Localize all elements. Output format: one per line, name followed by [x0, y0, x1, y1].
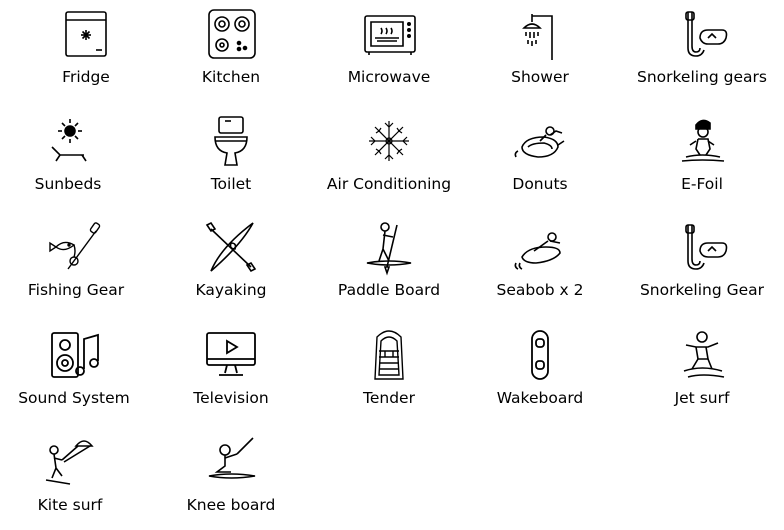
amenity-label: Snorkeling Gear [639, 281, 765, 299]
snowflake-icon [359, 111, 419, 171]
amenity-item: Paddle Board [311, 213, 467, 313]
shower-icon [510, 4, 570, 64]
amenity-item: Microwave [311, 0, 467, 100]
amenity-item: Fridge [8, 0, 164, 100]
amenity-label: Wakeboard [496, 389, 584, 407]
amenity-item: Kitchen [153, 0, 309, 100]
fishing-rod-icon [46, 217, 106, 277]
amenity-label: Knee board [186, 496, 276, 514]
seabob-icon [510, 217, 570, 277]
amenity-label: Tender [363, 389, 415, 407]
amenity-item: Kite surf [0, 428, 148, 528]
amenity-label: Kite surf [37, 496, 103, 514]
amenity-label: Air Conditioning [326, 175, 452, 193]
television-icon [201, 325, 261, 385]
amenity-label: Paddle Board [337, 281, 441, 299]
amenity-label: Fishing Gear [27, 281, 125, 299]
amenity-item: Tender [311, 321, 467, 421]
towable-donut-icon [510, 111, 570, 171]
amenity-label: Sound System [18, 389, 130, 407]
speaker-icon [44, 325, 104, 385]
amenity-item: E-Foil [624, 107, 780, 207]
snorkel-mask-icon [672, 4, 732, 64]
amenity-label: Jet surf [674, 389, 730, 407]
knee-board-icon [201, 432, 261, 492]
amenity-item: Seabob x 2 [462, 213, 618, 313]
amenity-label: Donuts [512, 175, 568, 193]
amenity-item: Kayaking [153, 213, 309, 313]
amenity-item: Toilet [153, 107, 309, 207]
amenity-item: Sound System [0, 321, 152, 421]
amenity-item: Knee board [153, 428, 309, 528]
efoil-rider-icon [672, 111, 732, 171]
kayak-icon [201, 217, 261, 277]
kite-surf-icon [40, 432, 100, 492]
amenity-item: Snorkeling gears [624, 0, 780, 100]
stove-icon [201, 4, 261, 64]
amenity-label: Kitchen [201, 68, 261, 86]
amenity-label: E-Foil [681, 175, 723, 193]
amenity-label: Kayaking [195, 281, 267, 299]
wakeboard-icon [510, 325, 570, 385]
amenity-label: Shower [511, 68, 569, 86]
amenity-item: Snorkeling Gear [624, 213, 780, 313]
fridge-icon [56, 4, 116, 64]
amenity-label: Toilet [210, 175, 252, 193]
toilet-icon [201, 111, 261, 171]
microwave-icon [359, 4, 419, 64]
amenity-item: Air Conditioning [311, 107, 467, 207]
amenity-label: Fridge [62, 68, 110, 86]
tender-boat-icon [359, 325, 419, 385]
amenity-item: Television [153, 321, 309, 421]
amenity-label: Seabob x 2 [496, 281, 584, 299]
paddle-board-icon [359, 217, 419, 277]
amenity-item: Fishing Gear [0, 213, 154, 313]
amenity-item: Sunbeds [0, 107, 146, 207]
sunbed-icon [38, 111, 98, 171]
amenity-item: Donuts [462, 107, 618, 207]
amenity-item: Wakeboard [462, 321, 618, 421]
amenities-grid: Fridge Kitchen Microwave Shower Snorkeli… [0, 0, 784, 530]
amenity-label: Snorkeling gears [636, 68, 767, 86]
jet-surf-icon [672, 325, 732, 385]
amenity-label: Television [193, 389, 269, 407]
snorkel-mask-icon [672, 217, 732, 277]
amenity-label: Microwave [347, 68, 431, 86]
amenity-item: Shower [462, 0, 618, 100]
amenity-item: Jet surf [624, 321, 780, 421]
amenity-label: Sunbeds [34, 175, 102, 193]
